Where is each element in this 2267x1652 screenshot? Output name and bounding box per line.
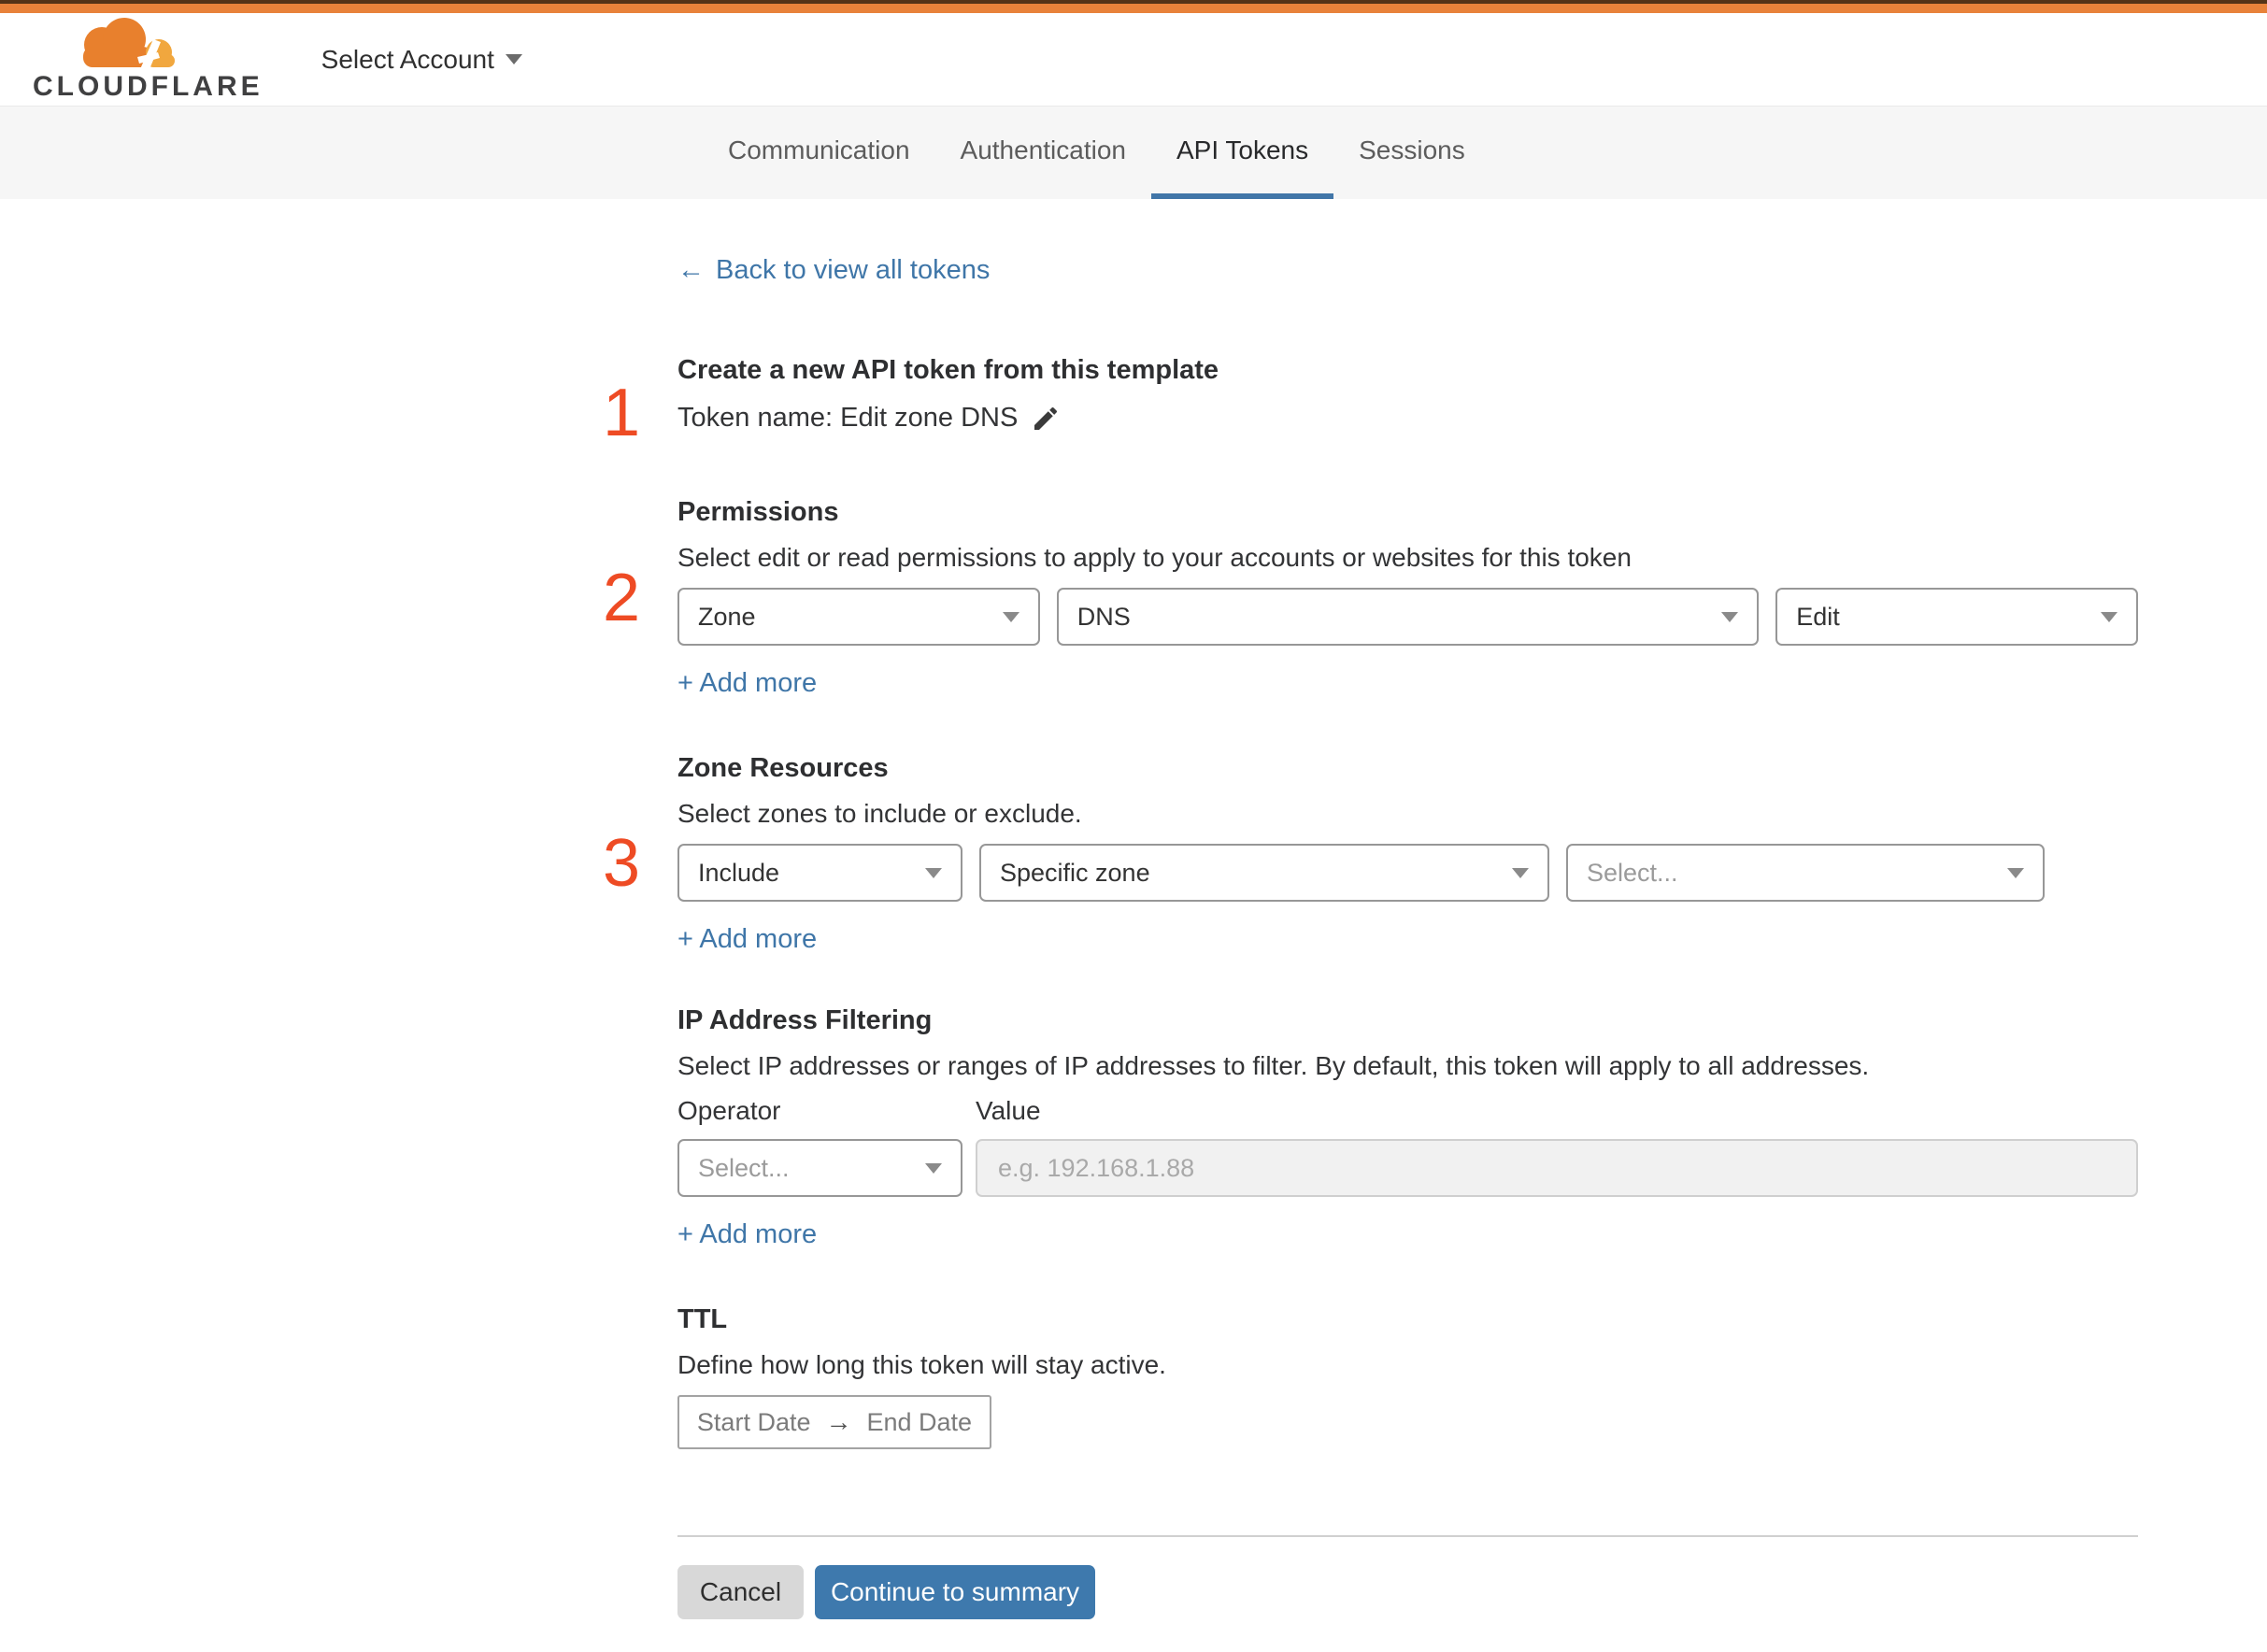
app-header: CLOUDFLARE Select Account (0, 13, 2267, 106)
ip-filtering-description: Select IP addresses or ranges of IP addr… (677, 1051, 1870, 1080)
zone-resources-add-more-link[interactable]: + Add more (677, 924, 817, 955)
permissions-section: 2 Permissions Select edit or read permis… (603, 497, 2138, 699)
zone-type-select[interactable]: Specific zone (979, 844, 1549, 902)
permission-access-select[interactable]: Edit (1775, 588, 2138, 646)
chevron-down-icon (1002, 611, 1019, 622)
step-number-1: 1 (603, 376, 641, 450)
token-name-section: 1 Create a new API token from this templ… (603, 355, 2138, 447)
main-content: ← Back to view all tokens 1 Create a new… (603, 199, 2138, 1619)
tab-strip: Communication Authentication API Tokens … (0, 106, 2267, 199)
ip-filtering-section: IP Address Filtering Select IP addresses… (677, 1005, 2138, 1250)
right-arrow-icon: → (825, 1407, 852, 1436)
chevron-down-icon (505, 54, 522, 64)
tab-communication[interactable]: Communication (703, 107, 935, 199)
permission-scope-value: Zone (698, 602, 756, 631)
chevron-down-icon (2007, 867, 2024, 878)
zone-type-value: Specific zone (1000, 858, 1150, 887)
zone-resources-section: 3 Zone Resources Select zones to include… (603, 753, 2138, 955)
page-title: Create a new API token from this templat… (677, 355, 1219, 385)
end-date-placeholder: End Date (866, 1407, 973, 1436)
permissions-add-more-link[interactable]: + Add more (677, 668, 817, 699)
step-number-2: 2 (603, 561, 641, 635)
account-selector[interactable]: Select Account (321, 45, 522, 75)
cloudflare-logo: CLOUDFLARE (33, 17, 264, 103)
back-link-label: Back to view all tokens (716, 255, 991, 285)
value-label: Value (976, 1096, 1041, 1125)
edit-pencil-icon[interactable] (1031, 404, 1061, 434)
zone-include-exclude-select[interactable]: Include (677, 844, 962, 902)
footer-actions: Cancel Continue to summary (677, 1565, 2138, 1619)
ip-operator-placeholder: Select... (698, 1153, 790, 1182)
logo-wordmark: CLOUDFLARE (33, 70, 264, 102)
zone-resources-description: Select zones to include or exclude. (677, 799, 1082, 828)
permissions-description: Select edit or read permissions to apply… (677, 543, 1632, 572)
chevron-down-icon (925, 867, 942, 878)
permission-service-value: DNS (1076, 602, 1131, 631)
ttl-date-range-picker[interactable]: Start Date → End Date (677, 1395, 991, 1449)
ip-filtering-add-more-link[interactable]: + Add more (677, 1219, 817, 1250)
token-name-text: Token name: Edit zone DNS (677, 403, 1019, 433)
continue-to-summary-button[interactable]: Continue to summary (815, 1565, 1095, 1619)
back-arrow-icon: ← (677, 255, 705, 285)
chevron-down-icon (1512, 867, 1529, 878)
cloudflare-cloud-icon (83, 17, 175, 69)
account-selector-label: Select Account (321, 44, 494, 74)
cancel-button[interactable]: Cancel (677, 1565, 804, 1619)
ttl-title: TTL (677, 1304, 728, 1334)
tab-authentication[interactable]: Authentication (935, 107, 1151, 199)
permissions-title: Permissions (677, 497, 839, 527)
ttl-section: TTL Define how long this token will stay… (677, 1304, 2138, 1449)
footer-divider (677, 1535, 2138, 1537)
permission-scope-select[interactable]: Zone (677, 588, 1040, 646)
top-accent-bar (0, 0, 2267, 13)
zone-picker-select[interactable]: Select... (1566, 844, 2045, 902)
ttl-description: Define how long this token will stay act… (677, 1350, 1166, 1379)
ip-operator-select[interactable]: Select... (677, 1139, 962, 1197)
permission-access-value: Edit (1796, 602, 1840, 631)
chevron-down-icon (925, 1162, 942, 1174)
step-number-3: 3 (603, 826, 641, 901)
chevron-down-icon (1721, 611, 1739, 622)
permission-service-select[interactable]: DNS (1056, 588, 1760, 646)
start-date-placeholder: Start Date (696, 1407, 811, 1436)
tab-api-tokens[interactable]: API Tokens (1151, 107, 1334, 199)
zone-resources-title: Zone Resources (677, 753, 889, 783)
ip-value-input[interactable] (976, 1139, 2138, 1197)
operator-label: Operator (677, 1096, 781, 1125)
zone-mode-value: Include (698, 858, 780, 887)
chevron-down-icon (2101, 611, 2117, 622)
tab-sessions[interactable]: Sessions (1333, 107, 1490, 199)
back-to-tokens-link[interactable]: ← Back to view all tokens (677, 255, 990, 286)
ip-filtering-title: IP Address Filtering (677, 1005, 933, 1035)
api-token-template-page: CLOUDFLARE Select Account Communication … (0, 0, 2267, 1652)
zone-picker-placeholder: Select... (1587, 858, 1678, 887)
tabs: Communication Authentication API Tokens … (703, 107, 2267, 199)
